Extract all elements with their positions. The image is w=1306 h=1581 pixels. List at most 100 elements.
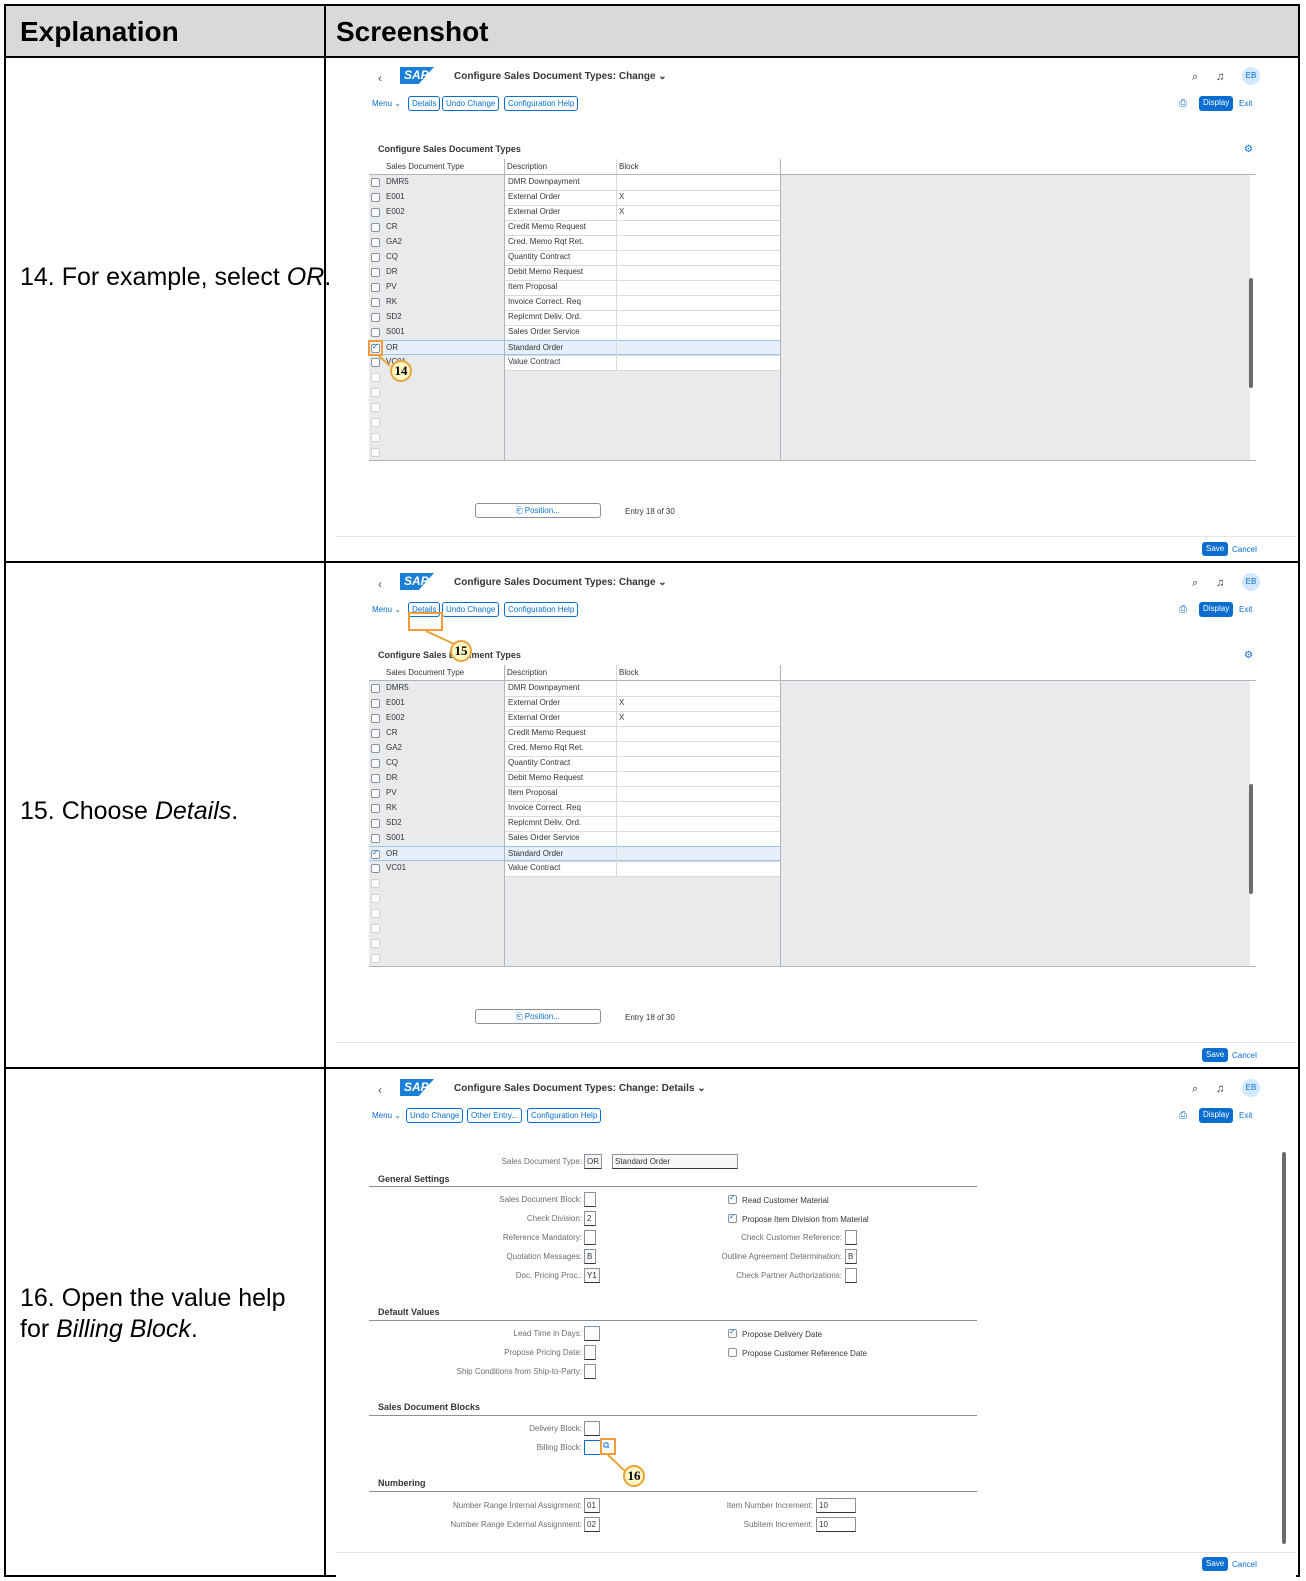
search-icon[interactable]: ⌕ <box>1192 577 1198 590</box>
row-select-checkbox[interactable] <box>371 268 380 277</box>
menu-button[interactable]: Menu ⌄ <box>372 99 401 108</box>
table-row[interactable]: VC01Value Contract <box>369 355 780 370</box>
undo-change-button[interactable]: Undo Change <box>442 96 500 111</box>
row-select-checkbox[interactable] <box>371 774 380 783</box>
table-row[interactable]: CQ Quantity Contract <box>369 250 780 265</box>
avatar[interactable]: EB <box>1242 1079 1260 1097</box>
settings-icon[interactable]: ⚙ <box>1244 144 1253 155</box>
display-button[interactable]: Display <box>1199 602 1234 617</box>
row-select-checkbox[interactable] <box>371 283 380 292</box>
quotation-messages-field[interactable]: B <box>584 1249 596 1264</box>
table-row[interactable]: S001 Sales Order Service <box>369 325 780 340</box>
table-row[interactable]: RK Invoice Correct. Req <box>369 801 780 816</box>
position-button[interactable]: ⎗ Position... <box>475 1009 601 1024</box>
bell-icon[interactable]: ♫ <box>1216 71 1224 83</box>
col-header-block[interactable]: Block <box>619 668 639 677</box>
row-select-checkbox[interactable] <box>371 298 380 307</box>
ship-conditions-field[interactable] <box>584 1364 596 1379</box>
back-icon[interactable]: ‹ <box>378 1083 382 1097</box>
table-row[interactable]: DR Debit Memo Request <box>369 265 780 280</box>
table-row[interactable]: DMR5 DMR Downpayment <box>369 681 780 696</box>
col-header-type[interactable]: Sales Document Type <box>386 668 464 677</box>
table-row[interactable]: SD2 Replcmnt Deliv. Ord. <box>369 816 780 831</box>
table-row[interactable]: CQ Quantity Contract <box>369 756 780 771</box>
display-button[interactable]: Display <box>1199 96 1234 111</box>
row-select-checkbox[interactable] <box>371 193 380 202</box>
table-row[interactable]: GA2 Cred. Memo Rqt Ret. <box>369 741 780 756</box>
details-button[interactable]: Details <box>408 96 441 111</box>
propose-item-division-checkbox[interactable]: Propose Item Division from Material <box>728 1212 869 1224</box>
item-number-increment-field[interactable]: 10 <box>816 1498 856 1513</box>
row-select-checkbox[interactable] <box>371 208 380 217</box>
configuration-help-button[interactable]: Configuration Help <box>527 1108 602 1123</box>
subitem-increment-field[interactable]: 10 <box>816 1517 856 1532</box>
other-entry-button[interactable]: Other Entry... <box>467 1108 522 1123</box>
row-select-checkbox[interactable] <box>371 848 380 859</box>
internal-assignment-field[interactable]: 01 <box>584 1498 600 1513</box>
propose-pricing-date-field[interactable] <box>584 1345 596 1360</box>
undo-change-button[interactable]: Undo Change <box>406 1108 464 1123</box>
scrollbar[interactable] <box>1282 1152 1286 1544</box>
outline-agreement-field[interactable]: B <box>845 1249 857 1264</box>
table-row[interactable]: PV Item Proposal <box>369 786 780 801</box>
save-button[interactable]: Save <box>1202 1048 1229 1062</box>
table-row[interactable]: E002 External Order X <box>369 205 780 220</box>
cancel-button[interactable]: Cancel <box>1232 1051 1257 1060</box>
table-row[interactable]: DR Debit Memo Request <box>369 771 780 786</box>
display-button[interactable]: Display <box>1199 1108 1234 1123</box>
bell-icon[interactable]: ♫ <box>1216 577 1224 589</box>
row-select-checkbox[interactable] <box>371 729 380 738</box>
row-select-checkbox[interactable] <box>371 178 380 187</box>
app-title[interactable]: Configure Sales Document Types: Change: … <box>454 1083 706 1094</box>
row-select-checkbox[interactable] <box>371 864 380 873</box>
reference-mandatory-field[interactable] <box>584 1230 596 1245</box>
row-select-checkbox[interactable] <box>371 223 380 232</box>
doc-pricing-proc-field[interactable]: Y1 <box>584 1268 600 1283</box>
row-select-checkbox[interactable] <box>371 834 380 843</box>
configuration-help-button[interactable]: Configuration Help <box>504 602 579 617</box>
row-select-checkbox[interactable] <box>371 253 380 262</box>
row-select-checkbox[interactable] <box>371 328 380 337</box>
col-header-block[interactable]: Block <box>619 162 639 171</box>
check-partner-authorizations-field[interactable] <box>845 1268 857 1283</box>
row-select-checkbox[interactable] <box>371 714 380 723</box>
search-icon[interactable]: ⌕ <box>1192 1083 1198 1096</box>
propose-delivery-date-checkbox[interactable]: Propose Delivery Date <box>728 1327 822 1339</box>
search-icon[interactable]: ⌕ <box>1192 71 1198 84</box>
check-customer-reference-field[interactable] <box>845 1230 857 1245</box>
save-button[interactable]: Save <box>1202 542 1229 556</box>
lead-time-field[interactable] <box>584 1326 600 1341</box>
menu-button[interactable]: Menu ⌄ <box>372 1111 401 1120</box>
table-row[interactable]: DMR5 DMR Downpayment <box>369 175 780 190</box>
table-row[interactable]: PV Item Proposal <box>369 280 780 295</box>
sales-document-block-field[interactable] <box>584 1192 596 1207</box>
back-icon[interactable]: ‹ <box>378 71 382 85</box>
settings-icon[interactable]: ⚙ <box>1244 650 1253 661</box>
table-row[interactable]: E002 External Order X <box>369 711 780 726</box>
check-division-field[interactable]: 2 <box>584 1211 596 1226</box>
row-select-checkbox[interactable] <box>371 789 380 798</box>
propose-customer-reference-date-checkbox[interactable]: Propose Customer Reference Date <box>728 1348 867 1358</box>
avatar[interactable]: EB <box>1242 67 1260 85</box>
table-row[interactable]: RK Invoice Correct. Req <box>369 295 780 310</box>
scrollbar[interactable] <box>1249 278 1253 388</box>
table-row[interactable]: CR Credit Memo Request <box>369 220 780 235</box>
row-select-checkbox[interactable] <box>371 238 380 247</box>
row-select-checkbox[interactable] <box>371 759 380 768</box>
row-select-checkbox[interactable] <box>371 744 380 753</box>
app-title[interactable]: Configure Sales Document Types: Change ⌄ <box>454 71 667 82</box>
table-row[interactable]: E001 External Order X <box>369 696 780 711</box>
table-row[interactable]: CR Credit Memo Request <box>369 726 780 741</box>
row-select-checkbox[interactable] <box>371 699 380 708</box>
table-row[interactable]: S001 Sales Order Service <box>369 831 780 846</box>
col-header-description[interactable]: Description <box>507 162 547 171</box>
read-customer-material-checkbox[interactable]: Read Customer Material <box>728 1193 829 1205</box>
row-select-checkbox[interactable] <box>371 313 380 322</box>
row-select-checkbox[interactable] <box>371 804 380 813</box>
bell-icon[interactable]: ♫ <box>1216 1083 1224 1095</box>
value-help-icon[interactable]: ⧉ <box>603 1440 609 1451</box>
cancel-button[interactable]: Cancel <box>1232 545 1257 554</box>
exit-button[interactable]: Exit <box>1239 99 1252 108</box>
table-row[interactable]: GA2 Cred. Memo Rqt Ret. <box>369 235 780 250</box>
delivery-block-field[interactable] <box>584 1421 600 1436</box>
